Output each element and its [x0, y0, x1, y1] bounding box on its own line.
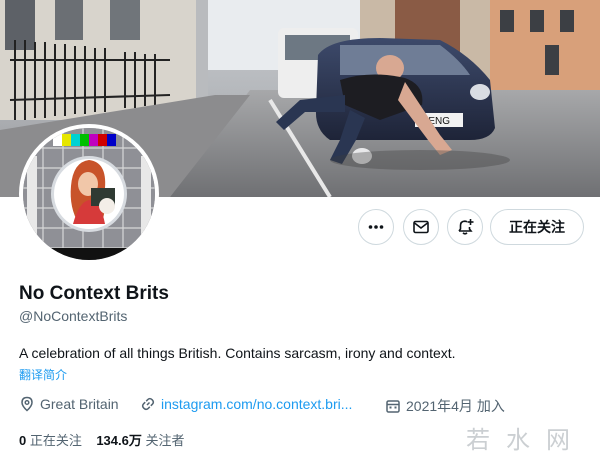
following-button[interactable]: 正在关注	[490, 209, 584, 245]
website-link[interactable]: instagram.com/no.context.bri...	[161, 396, 352, 412]
joined-date: 2021年4月 加入	[406, 398, 505, 414]
site-watermark: 若水网	[466, 426, 586, 454]
location-item: Great Britain	[19, 396, 119, 412]
location-pin-icon	[21, 396, 33, 412]
profile-meta: Great Britain instagram.com/no.context.b…	[19, 396, 579, 416]
notify-button[interactable]	[447, 209, 483, 245]
display-name: No Context Brits	[19, 283, 169, 304]
joined-item: 2021年4月 加入	[385, 396, 505, 416]
follow-counts: 0 正在关注 134.6万 关注者	[19, 430, 185, 449]
following-label: 正在关注	[29, 433, 82, 448]
translate-bio-link[interactable]: 翻译简介	[19, 366, 67, 383]
mail-icon	[413, 220, 429, 234]
profile-actions: 正在关注	[0, 209, 600, 247]
bell-plus-icon	[458, 219, 474, 235]
calendar-icon	[386, 400, 400, 413]
profile-bio: A celebration of all things British. Con…	[19, 345, 456, 361]
location-text: Great Britain	[40, 396, 119, 412]
user-handle: @NoContextBrits	[19, 308, 128, 324]
following-count-link[interactable]: 0 正在关注	[19, 433, 82, 448]
website-item: instagram.com/no.context.bri...	[140, 396, 352, 412]
following-count: 0	[19, 433, 27, 448]
followers-count-link[interactable]: 134.6万 关注者	[96, 433, 184, 448]
more-icon	[368, 225, 384, 229]
message-button[interactable]	[403, 209, 439, 245]
link-icon	[141, 397, 155, 411]
more-button[interactable]	[358, 209, 394, 245]
followers-count: 134.6万	[96, 433, 142, 448]
followers-label: 关注者	[145, 433, 185, 448]
